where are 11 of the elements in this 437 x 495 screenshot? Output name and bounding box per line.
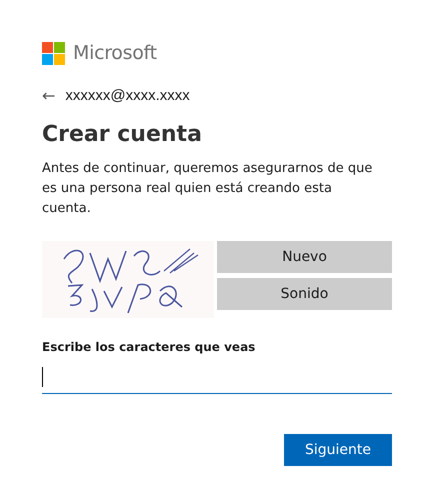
captcha-button[interactable]: Sonido	[217, 278, 392, 310]
captcha-button[interactable]: Nuevo	[217, 241, 392, 273]
email-text: xxxxxx@xxxx.xxxx	[65, 86, 190, 106]
next-button[interactable]: Siguiente	[284, 434, 392, 466]
page-title: Crear cuenta	[42, 121, 203, 149]
back-button[interactable]: ←	[42, 88, 56, 104]
brand-name: Microsoft	[73, 40, 157, 66]
text-cursor	[42, 366, 43, 386]
description-text: Antes de continuar, queremos asegurarnos de que es una persona real quien está creando esta cuenta.	[42, 160, 374, 218]
logo-icon	[42, 42, 65, 64]
field-label: Escribe los caracteres que veas	[42, 339, 256, 356]
